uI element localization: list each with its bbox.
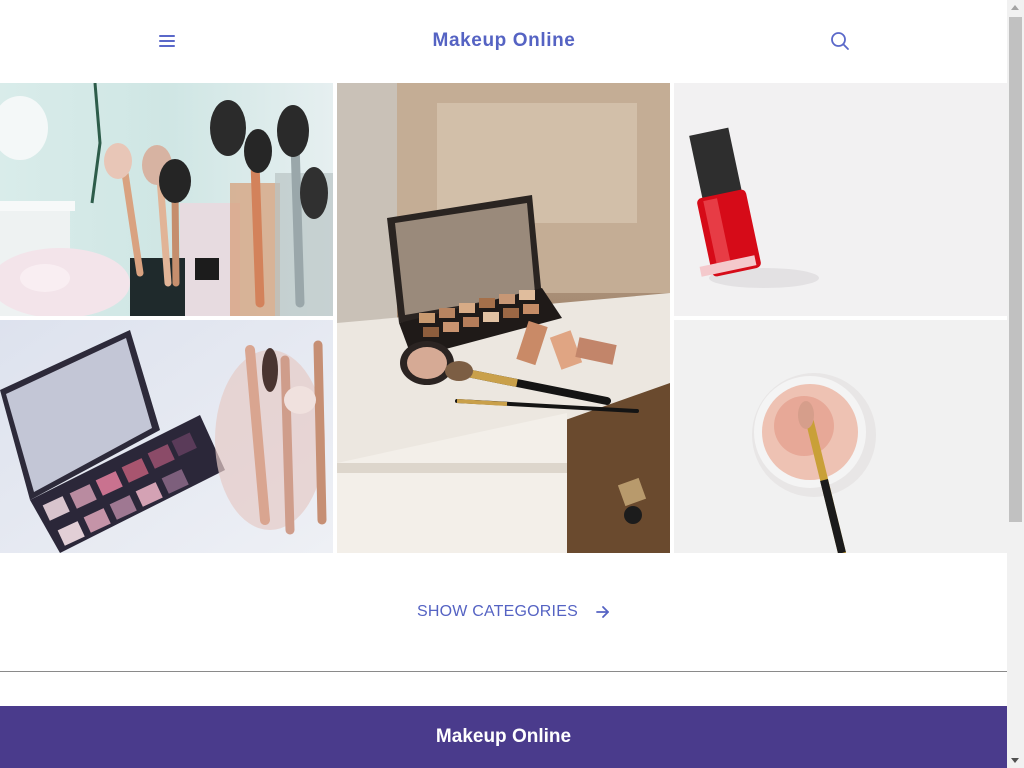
brand-title[interactable]: Makeup Online [380, 30, 628, 52]
footer-brand-title: Makeup Online [435, 726, 572, 747]
gallery-image-powder-brush[interactable] [674, 320, 1007, 553]
scroll-up-arrow-icon[interactable] [1011, 5, 1019, 10]
gallery-image-nail-polish[interactable] [674, 83, 1007, 316]
gallery-image-pink-palette[interactable] [0, 320, 333, 553]
scrollbar-thumb[interactable] [1009, 17, 1022, 522]
page-scrollbar[interactable] [1007, 0, 1024, 768]
footer-bar: Makeup Online [0, 706, 1007, 768]
hamburger-menu-icon[interactable] [158, 33, 176, 49]
arrow-right-icon [596, 606, 609, 618]
gallery-image-brushes[interactable] [0, 83, 333, 316]
search-icon[interactable] [829, 30, 851, 52]
show-categories-label: SHOW CATEGORIES [417, 603, 578, 620]
scroll-down-arrow-icon[interactable] [1011, 758, 1019, 763]
top-header: Makeup Online [0, 0, 1007, 83]
show-categories-button[interactable]: SHOW CATEGORIES [417, 601, 610, 623]
gallery-image-palette-dresser[interactable] [337, 83, 670, 553]
page: Makeup Online SHOW CATEGORIES Makeup Onl… [0, 0, 1007, 768]
section-divider [0, 671, 1007, 672]
